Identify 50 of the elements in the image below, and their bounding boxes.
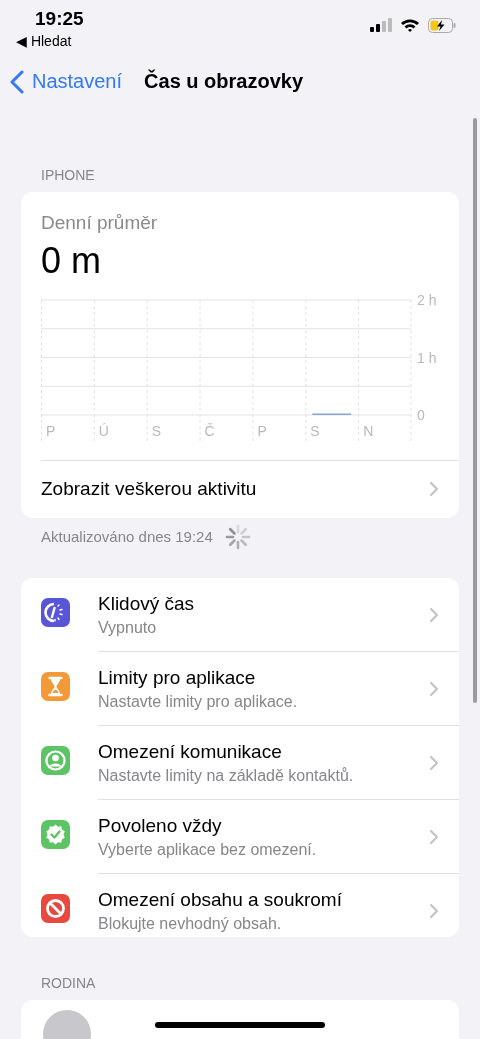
settings-row[interactable]: Klidový čas Vypnuto [21,577,459,652]
checkmark-seal-icon [41,820,70,850]
axis-label: 0 [417,406,425,423]
settings-row[interactable]: Omezení komunikace Nastavte limity na základě kontaktů. [21,725,459,800]
moon-clock-icon [41,598,70,628]
all-activity-link[interactable]: Zobrazit veškerou aktivitu [41,459,459,518]
settings-row[interactable]: Omezení obsahu a soukromí Blokujte nevhodný obsah. [21,873,459,937]
chevron-right-icon [429,829,439,846]
section-header: IPHONE [41,166,95,183]
signal-icon [370,18,392,32]
back-button[interactable]: Nastavení [10,69,123,94]
daily-average-label: Denní průměr [41,211,158,234]
updated-note: Aktualizováno dnes 19:24 [41,528,213,546]
settings-row[interactable]: Limity pro aplikace Nastavte limity pro aplikace. [21,651,459,726]
back-to-app-link[interactable]: ◀ Hledat [16,33,72,49]
day-label: P [46,422,56,439]
setting-subtitle: Nastavte limity pro aplikace. [98,693,298,712]
setting-subtitle: Vyberte aplikace bez omezení. [98,841,317,860]
setting-title: Omezení komunikace [98,741,282,764]
loading-spinner-icon [224,523,251,550]
axis-label: 1 h [417,349,437,366]
axis-label: 2 h [417,291,437,308]
day-label: S [151,422,162,439]
settings-row[interactable]: Povoleno vždy Vyberte aplikace bez omezení. [21,799,459,874]
chevron-right-icon [429,606,439,623]
chevron-right-icon [429,481,439,498]
battery-charging-icon [428,17,456,33]
day-label: Č [204,422,215,439]
setting-title: Limity pro aplikace [98,667,256,690]
chevron-left-icon [10,69,24,94]
setting-subtitle: Blokujte nevhodný obsah. [98,915,282,934]
chevron-right-icon [429,755,439,772]
section-header: RODINA [41,974,96,991]
setting-subtitle: Vypnuto [98,618,157,637]
chevron-right-icon [429,681,439,698]
wifi-icon [400,18,420,32]
chevron-right-icon [429,903,439,920]
setting-title: Povoleno vždy [98,815,222,838]
day-label: N [363,422,374,439]
setting-subtitle: Nastavte limity na základě kontaktů. [98,767,354,786]
hourglass-icon [41,672,70,702]
setting-title: Omezení obsahu a soukromí [98,889,342,912]
day-label: P [257,422,267,439]
clock-time: 19:25 [35,8,84,30]
setting-title: Klidový čas [98,592,195,615]
day-label: S [310,422,320,439]
day-label: Ú [98,422,109,439]
prohibited-icon [41,894,70,924]
daily-average-value: 0 m [41,239,101,282]
page-title: Čas u obrazovky [144,70,303,94]
